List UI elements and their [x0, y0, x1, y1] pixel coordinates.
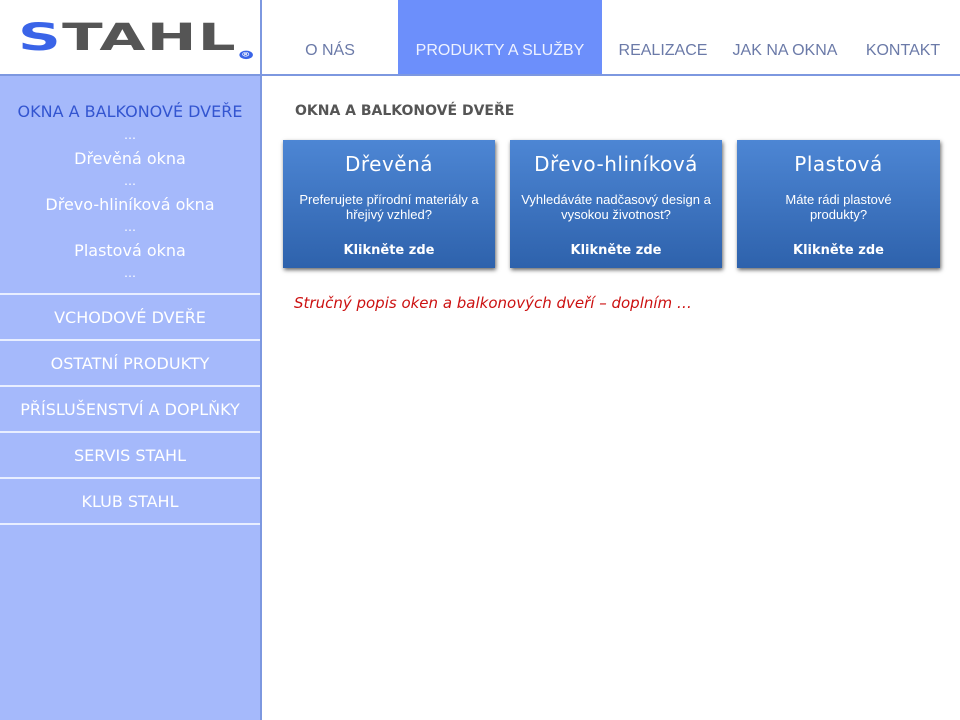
separator: … — [124, 128, 136, 142]
sidebar-item-vchodove-dvere[interactable]: VCHODOVÉ DVEŘE — [0, 293, 260, 339]
logo[interactable]: STAHL ® — [0, 0, 261, 75]
sidebar: OKNA A BALKONOVÉ DVEŘE … Dřevěná okna … … — [0, 76, 260, 720]
card-text: Máte rádi plastové produkty? — [785, 192, 892, 222]
sidebar-item-servis-stahl[interactable]: SERVIS STAHL — [0, 431, 260, 477]
sidebar-item-ostatni-produkty[interactable]: OSTATNÍ PRODUKTY — [0, 339, 260, 385]
card-drevena[interactable]: Dřevěná Preferujete přírodní materiály a… — [283, 140, 495, 268]
submenu-item-plastova-okna[interactable]: Plastová okna — [0, 239, 260, 262]
description-text: Stručný popis oken a balkonových dveří –… — [294, 294, 692, 312]
sidebar-item-okna-a-balkonove-dvere[interactable]: OKNA A BALKONOVÉ DVEŘE — [0, 76, 260, 124]
submenu-item-drevena-okna[interactable]: Dřevěná okna — [0, 147, 260, 170]
logo-text: STAHL ® — [18, 15, 254, 60]
separator: … — [124, 220, 136, 234]
card-link[interactable]: Klikněte zde — [737, 243, 940, 258]
card-link[interactable]: Klikněte zde — [510, 243, 722, 258]
nav-jak-na-okna[interactable]: JAK NA OKNA — [724, 0, 846, 74]
nav-produkty-a-sluzby[interactable]: PRODUKTY A SLUŽBY — [398, 0, 602, 74]
nav-o-nas[interactable]: O NÁS — [262, 0, 398, 74]
card-text: Vyhledáváte nadčasový design a vysokou ž… — [521, 192, 711, 222]
top-nav: O NÁS PRODUKTY A SLUŽBY REALIZACE JAK NA… — [262, 0, 960, 74]
card-plastova[interactable]: Plastová Máte rádi plastové produkty? Kl… — [737, 140, 940, 268]
sidebar-divider — [0, 523, 260, 525]
card-link[interactable]: Klikněte zde — [283, 243, 495, 258]
card-title: Plastová — [794, 152, 883, 176]
submenu-item-drevo-hlinikova-okna[interactable]: Dřevo-hliníková okna — [0, 193, 260, 216]
sidebar-item-prislusenstvi[interactable]: PŘÍSLUŠENSTVÍ A DOPLŇKY — [0, 385, 260, 431]
page-title: OKNA A BALKONOVÉ DVEŘE — [295, 103, 515, 119]
card-title: Dřevo-hliníková — [534, 152, 698, 176]
card-text: Preferujete přírodní materiály a hřejivý… — [299, 192, 479, 222]
nav-kontakt[interactable]: KONTAKT — [846, 0, 960, 74]
card-drevo-hlinikova[interactable]: Dřevo-hliníková Vyhledáváte nadčasový de… — [510, 140, 722, 268]
submenu: … Dřevěná okna … Dřevo-hliníková okna … … — [0, 124, 260, 285]
separator: … — [124, 174, 136, 188]
sidebar-item-klub-stahl[interactable]: KLUB STAHL — [0, 477, 260, 523]
nav-realizace[interactable]: REALIZACE — [602, 0, 724, 74]
card-title: Dřevěná — [344, 152, 434, 176]
divider-vertical — [260, 0, 262, 720]
separator: … — [124, 266, 136, 280]
